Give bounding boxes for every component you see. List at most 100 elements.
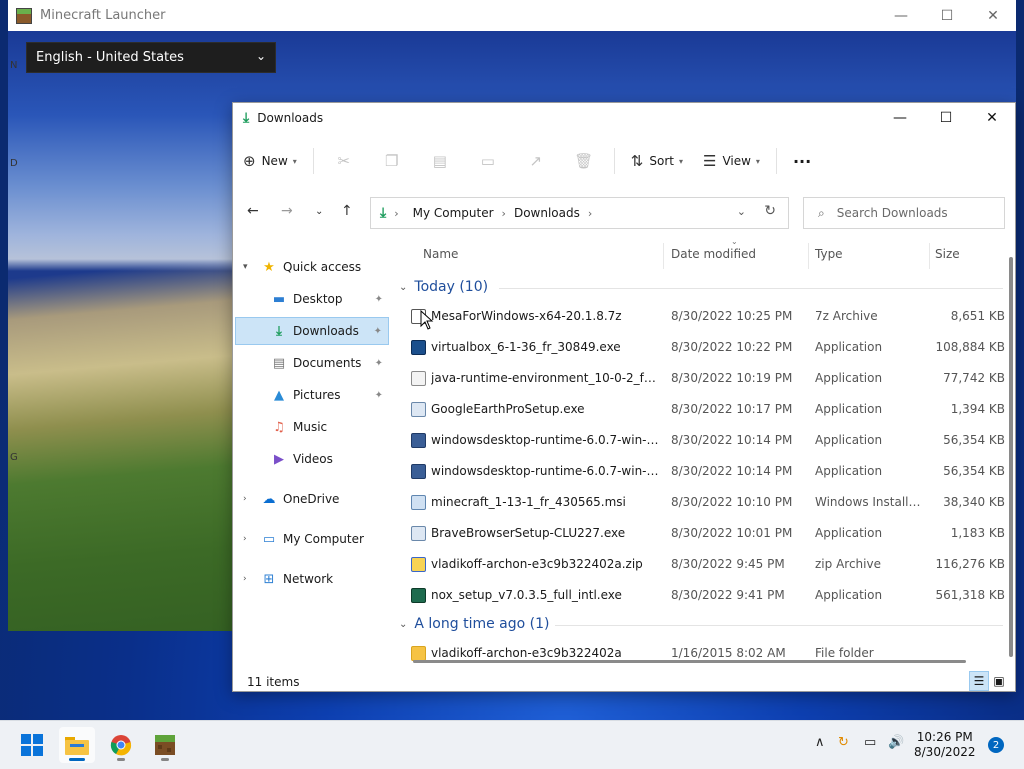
nav-onedrive[interactable]: › ☁ OneDrive	[235, 485, 389, 513]
nav-item-downloads[interactable]: ⤓ Downloads ✦	[235, 317, 389, 345]
back-arrow-icon[interactable]: ←	[247, 203, 259, 219]
column-header-name[interactable]: Name	[423, 233, 458, 275]
breadcrumb-my-computer[interactable]: My Computer	[413, 206, 494, 220]
file-row[interactable]: BraveBrowserSetup-CLU227.exe 8/30/2022 10…	[405, 518, 1005, 549]
toolbar-separator	[312, 148, 314, 174]
explorer-titlebar[interactable]: ⤓ Downloads — ☐ ✕	[233, 103, 1015, 133]
taskbar-file-explorer[interactable]	[59, 727, 95, 763]
file-date: 8/30/2022 9:41 PM	[671, 588, 785, 602]
delete-icon[interactable]: 🗑	[560, 152, 608, 170]
breadcrumb-downloads[interactable]: Downloads	[514, 206, 580, 220]
pin-icon[interactable]: ✦	[375, 358, 383, 369]
group-header-today[interactable]: ⌄ Today (10)	[399, 276, 488, 298]
details-view-icon[interactable]: ☰	[969, 671, 989, 691]
nav-label: Pictures	[293, 388, 341, 402]
minecraft-titlebar[interactable]: Minecraft Launcher — ☐ ✕	[8, 0, 1016, 31]
pin-icon[interactable]: ✦	[374, 326, 382, 337]
expand-chevron-icon[interactable]: ▾	[243, 262, 248, 272]
column-header-type[interactable]: Type	[815, 233, 843, 275]
file-row[interactable]: vladikoff-archon-e3c9b322402a.zip 8/30/20…	[405, 549, 1005, 580]
volume-icon[interactable]: 🔊	[888, 735, 904, 750]
column-header-date[interactable]: Date modified	[671, 233, 756, 275]
view-label: View	[722, 154, 751, 168]
file-size: 1,183 KB	[950, 526, 1005, 540]
update-icon[interactable]: ↻	[838, 735, 849, 750]
minecraft-maximize-button[interactable]: ☐	[924, 0, 970, 31]
paste-icon[interactable]: ▤	[416, 152, 464, 170]
expand-chevron-icon[interactable]: ›	[243, 494, 247, 504]
network-status-icon[interactable]: ▭	[864, 735, 876, 750]
pin-icon[interactable]: ✦	[375, 294, 383, 305]
explorer-close-button[interactable]: ✕	[969, 103, 1015, 133]
language-dropdown[interactable]: English - United States ⌄	[26, 42, 276, 73]
address-history-chevron-icon[interactable]: ⌄	[737, 205, 746, 218]
new-button[interactable]: ⊕ New ▾	[233, 144, 307, 178]
notification-badge[interactable]: 2	[988, 737, 1004, 753]
tiles-view-icon[interactable]: ▣	[989, 671, 1009, 691]
view-button[interactable]: ☰ View ▾	[693, 144, 770, 178]
address-bar[interactable]: ⤓ › My Computer › Downloads › ⌄ ↻	[370, 197, 789, 229]
column-separator[interactable]	[808, 243, 809, 269]
nav-item-music[interactable]: ♫ Music	[235, 413, 389, 441]
file-type: zip Archive	[815, 557, 881, 571]
expand-chevron-icon[interactable]: ›	[243, 534, 247, 544]
file-row[interactable]: GoogleEarthProSetup.exe 8/30/2022 10:17 P…	[405, 394, 1005, 425]
vertical-scrollbar[interactable]	[1009, 257, 1013, 657]
star-icon: ★	[263, 259, 275, 275]
file-size: 38,340 KB	[943, 495, 1005, 509]
taskbar-chrome[interactable]	[103, 727, 139, 763]
expand-chevron-icon[interactable]: ›	[243, 574, 247, 584]
runtime-icon	[411, 433, 426, 448]
horizontal-scrollbar[interactable]	[413, 660, 966, 663]
cut-icon[interactable]: ✂	[320, 152, 368, 170]
explorer-window-title: Downloads	[257, 111, 324, 125]
up-arrow-icon[interactable]: ↑	[341, 203, 353, 219]
file-row[interactable]: java-runtime-environment_10-0-2_fr_121..…	[405, 363, 1005, 394]
pin-icon[interactable]: ✦	[375, 390, 383, 401]
group-divider	[499, 288, 1003, 289]
nav-quick-access[interactable]: ▾ ★ Quick access	[235, 253, 389, 281]
file-row[interactable]: minecraft_1-13-1_fr_430565.msi 8/30/2022 …	[405, 487, 1005, 518]
file-row[interactable]: nox_setup_v7.0.3.5_full_intl.exe 8/30/202…	[405, 580, 1005, 611]
column-separator[interactable]	[663, 243, 664, 269]
nav-my-computer[interactable]: › ▭ My Computer	[235, 525, 389, 553]
minecraft-close-button[interactable]: ✕	[970, 0, 1016, 31]
nav-item-pictures[interactable]: ▲ Pictures ✦	[235, 381, 389, 409]
share-icon[interactable]: ↗	[512, 152, 560, 170]
minecraft-minimize-button[interactable]: —	[878, 0, 924, 31]
forward-arrow-icon[interactable]: →	[281, 203, 293, 219]
group-header-long-ago[interactable]: ⌄ A long time ago (1)	[399, 613, 549, 635]
nav-item-videos[interactable]: ▶ Videos	[235, 445, 389, 473]
nav-item-desktop[interactable]: ▬ Desktop ✦	[235, 285, 389, 313]
file-row[interactable]: windowsdesktop-runtime-6.0.7-win-x64....…	[405, 456, 1005, 487]
sort-button[interactable]: ⇅ Sort ▾	[621, 144, 693, 178]
refresh-icon[interactable]: ↻	[764, 203, 776, 219]
recent-locations-chevron-icon[interactable]: ⌄	[315, 206, 323, 217]
file-row[interactable]: windowsdesktop-runtime-6.0.7-win-x64 ...…	[405, 425, 1005, 456]
file-type: Application	[815, 402, 883, 416]
file-row[interactable]: virtualbox_6-1-36_fr_30849.exe 8/30/2022 …	[405, 332, 1005, 363]
documents-icon: ▤	[272, 355, 286, 371]
taskbar-minecraft-launcher[interactable]	[147, 727, 183, 763]
command-bar: ⊕ New ▾ ✂ ❐ ▤ ▭ ↗ 🗑 ⇅ Sort ▾ ☰ View ▾ ··…	[233, 139, 1015, 183]
explorer-minimize-button[interactable]: —	[877, 103, 923, 133]
minecraft-app-icon	[16, 7, 32, 24]
rename-icon[interactable]: ▭	[464, 152, 512, 170]
nav-item-documents[interactable]: ▤ Documents ✦	[235, 349, 389, 377]
zip-icon	[411, 557, 426, 572]
explorer-maximize-button[interactable]: ☐	[923, 103, 969, 133]
file-row[interactable]: MesaForWindows-x64-20.1.8.7z 8/30/2022 10…	[405, 301, 1005, 332]
minecraft-icon	[155, 735, 175, 755]
copy-icon[interactable]: ❐	[368, 152, 416, 170]
search-box[interactable]: ⌕ Search Downloads	[803, 197, 1005, 229]
file-date: 8/30/2022 10:14 PM	[671, 433, 793, 447]
more-options-button[interactable]: ···	[783, 144, 821, 178]
clock[interactable]: 10:26 PM 8/30/2022	[914, 730, 976, 760]
show-hidden-icons-chevron-icon[interactable]: ∧	[815, 735, 825, 750]
nav-network[interactable]: › ⊞ Network	[235, 565, 389, 593]
column-separator[interactable]	[929, 243, 930, 269]
chevron-down-icon: ▾	[292, 156, 297, 166]
column-header-size[interactable]: Size	[935, 233, 960, 275]
start-button[interactable]	[14, 727, 50, 763]
search-placeholder: Search Downloads	[836, 206, 948, 220]
